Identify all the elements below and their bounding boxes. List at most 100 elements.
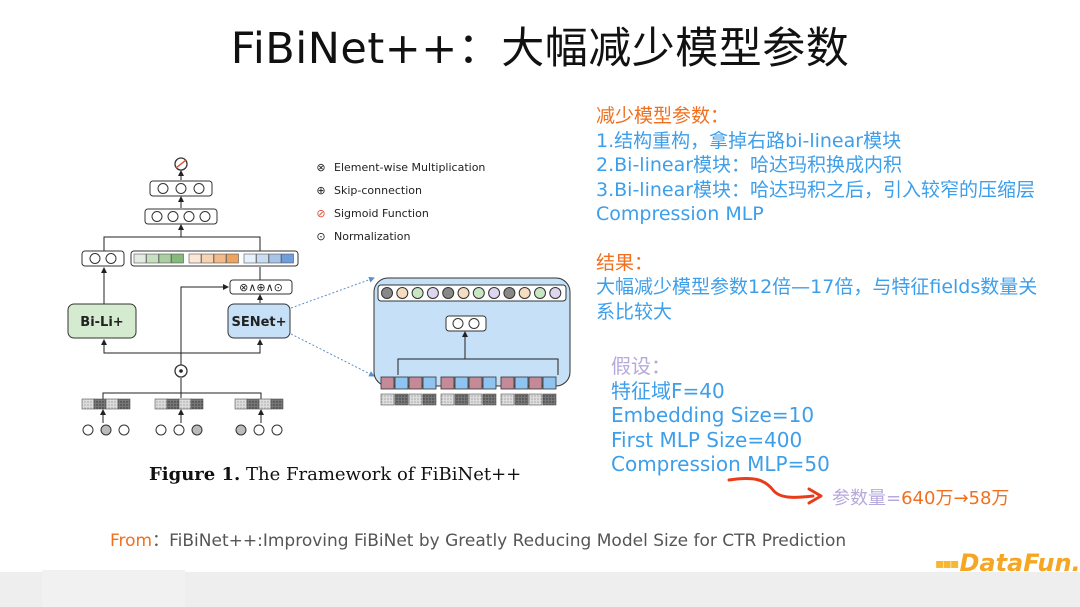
figure-caption: Figure 1. The Framework of FiBiNet++ [149, 464, 521, 485]
feature-node [253, 424, 265, 436]
embedding-cell [201, 253, 214, 264]
subspace-cell [514, 376, 529, 390]
embedding-cell [188, 253, 202, 264]
feature-node [82, 424, 94, 436]
result-heading: 结果： [596, 251, 654, 274]
embedding-cell [171, 253, 184, 264]
footer-bar [0, 570, 1080, 607]
param-result-label: 参数量= [832, 488, 902, 509]
field-embedding-cell [258, 398, 272, 410]
embedding-cell [268, 253, 282, 264]
field-embedding-cell [93, 398, 107, 410]
bilinear-label: Bi-Li+ [80, 315, 123, 330]
subspace-cell [380, 376, 395, 390]
assumption-item: Embedding Size=10 [611, 403, 815, 427]
reweight-node [503, 287, 516, 299]
assumption-item: Compression MLP=50 [611, 452, 830, 476]
embedding-cell [243, 253, 257, 264]
embedding-cell [281, 253, 294, 264]
field-embedding-cell [380, 393, 395, 406]
bilinear-output-vector [81, 250, 125, 267]
field-embedding-cell [166, 398, 180, 410]
feature-node [191, 424, 203, 436]
reweight-node [488, 287, 501, 299]
result-line: 大幅减少模型参数12倍—17倍，与特征fields数量关 [596, 276, 1038, 298]
embedding-cell [226, 253, 239, 264]
figure-number: Figure 1. [149, 464, 241, 485]
subspace-cell [482, 376, 497, 390]
param-result-value: 640万→58万 [901, 488, 1010, 509]
senet-label: SENet+ [231, 315, 286, 330]
embedding-layer [81, 398, 284, 436]
senet-ops-label: ⊗∧⊕∧⊙ [239, 281, 283, 294]
field-embedding-cell [468, 393, 483, 406]
subspace-cell [440, 376, 455, 390]
legend-item: ⊕ Skip-connection [314, 179, 485, 202]
reweight-node [426, 287, 439, 299]
field-embedding-cell [454, 393, 469, 406]
assumptions-panel: 假设： 特征域F=40 Embedding Size=10 First MLP … [611, 354, 830, 477]
reweight-node [396, 287, 409, 299]
field-embedding-cell [408, 393, 423, 406]
mlp-layer-top [149, 180, 213, 197]
mlp-layer-middle [144, 208, 218, 225]
legend-item: ⊘ Sigmoid Function [314, 202, 485, 225]
field-embedding-cell [394, 393, 409, 406]
reweight-node [549, 287, 562, 299]
source-from-label: From [110, 531, 153, 551]
field-embedding-cell [105, 398, 119, 410]
feature-node [235, 424, 247, 436]
normalization-icon: ⊙ [316, 230, 326, 243]
feature-node [155, 424, 167, 436]
element-wise-multiplication-icon: ⊗ [316, 161, 326, 174]
senet-block: SENet+ [227, 303, 291, 339]
reweight-node [472, 287, 485, 299]
field-embedding-cell [178, 398, 192, 410]
subspace-cell [454, 376, 469, 390]
source-citation: From：FiBiNet++:Improving FiBiNet by Grea… [110, 526, 846, 551]
feature-node [118, 424, 130, 436]
datafun-logo: ▪▪▪DataFun. [935, 549, 1080, 577]
notes-heading: 减少模型参数： [596, 105, 730, 127]
subspace-cell [468, 376, 483, 390]
feature-node [173, 424, 185, 436]
field-embedding-cell [500, 393, 515, 406]
embedding-cell [158, 253, 172, 264]
field-embedding-cell [270, 398, 284, 410]
reweight-node [457, 287, 470, 299]
field-embedding-cell [482, 393, 497, 406]
notes-item: Compression MLP [596, 203, 764, 225]
slide-title: FiBiNet++：大幅减少模型参数 [230, 24, 850, 74]
field-embedding-cell [422, 393, 437, 406]
reweight-node [381, 287, 393, 299]
normalization-node [174, 364, 188, 378]
subspace-cell [408, 376, 423, 390]
subspace-cell [528, 376, 543, 390]
field-embedding-cell [514, 393, 529, 406]
notes-item: 2.Bi-linear模块：哈达玛积换成内积 [596, 154, 903, 176]
reweight-node [534, 287, 546, 299]
reweight-node [442, 287, 455, 299]
reweight-node [411, 287, 424, 299]
feature-node [271, 424, 283, 436]
source-text: ：FiBiNet++:Improving FiBiNet by Greatly … [152, 531, 847, 551]
field-embedding-cell [246, 398, 260, 410]
notes-item: 3.Bi-linear模块：哈达玛积之后，引入较窄的压缩层 [596, 178, 1036, 201]
field-embedding-cell [154, 398, 168, 410]
senet-detail-panel [373, 277, 571, 390]
notes-panel: 减少模型参数： 1.结构重构，拿掉右路bi-linear模块 2.Bi-line… [596, 104, 1076, 324]
notes-item: 1.结构重构，拿掉右路bi-linear模块 [596, 129, 902, 152]
field-embedding-cell [440, 393, 455, 406]
logo-dots-icon: ▪▪▪ [935, 556, 960, 572]
field-embedding-cell [234, 398, 248, 410]
embedding-cell [146, 253, 159, 264]
embedding-cell [213, 253, 227, 264]
result-line: 系比较大 [596, 300, 673, 323]
figure-caption-text: The Framework of FiBiNet++ [240, 464, 522, 485]
bilinear-block: Bi-Li+ [67, 303, 137, 339]
field-embedding-cell [81, 398, 95, 410]
legend-item: ⊙ Normalization [314, 225, 485, 248]
field-embedding-cell [190, 398, 204, 410]
legend-item: ⊗ Element-wise Multiplication [314, 156, 485, 179]
subspace-cell [500, 376, 515, 390]
